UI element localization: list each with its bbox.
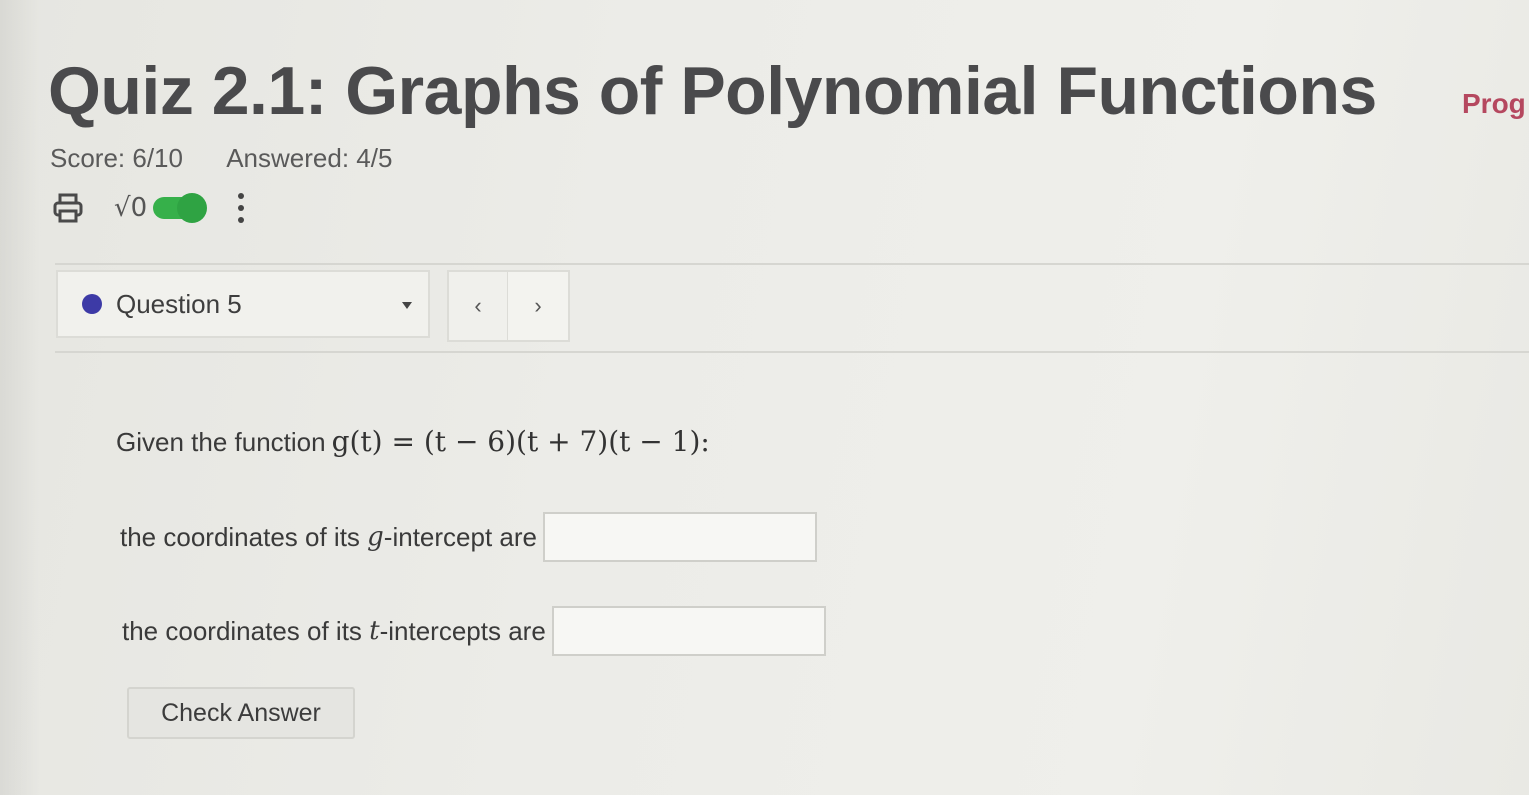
- t-intercepts-input[interactable]: [551, 606, 826, 656]
- question-prompt: Given the function g(t) = (t − 6)(t + 7)(…: [116, 425, 710, 458]
- progress-link[interactable]: Prog: [1462, 88, 1526, 120]
- screen-edge-shadow: [0, 0, 40, 795]
- t-intercepts-label-end: -intercepts are: [379, 615, 546, 646]
- check-answer-button[interactable]: Check Answer: [127, 687, 355, 739]
- g-intercept-row: the coordinates of its g -intercept are: [120, 512, 817, 562]
- t-intercepts-row: the coordinates of its t -intercepts are: [122, 606, 826, 656]
- previous-question-button[interactable]: ‹: [447, 270, 509, 342]
- next-question-button[interactable]: ›: [508, 270, 570, 342]
- score-text: Score: 6/10: [50, 143, 183, 173]
- printer-icon[interactable]: [50, 190, 86, 226]
- t-variable: t: [369, 616, 380, 646]
- g-intercept-input[interactable]: [542, 512, 817, 562]
- answered-text: Answered: 4/5: [226, 143, 393, 173]
- toggle-knob: [177, 193, 208, 223]
- function-expression: g(t) = (t − 6)(t + 7)(t − 1):: [331, 425, 710, 458]
- question-select-label: Question 5: [116, 288, 242, 319]
- g-variable: g: [367, 522, 384, 552]
- nav-divider-bottom: [55, 351, 1529, 353]
- quiz-stats: Score: 6/10 Answered: 4/5: [50, 143, 392, 174]
- question-select-dropdown[interactable]: Question 5: [56, 270, 430, 338]
- g-intercept-label-start: the coordinates of its: [120, 521, 368, 552]
- question-status-dot: [82, 294, 102, 314]
- sqrt-math-icon[interactable]: √0: [114, 193, 147, 223]
- more-vertical-icon[interactable]: [237, 191, 245, 225]
- t-intercepts-label-start: the coordinates of its: [122, 615, 370, 646]
- g-intercept-label-end: -intercept are: [383, 521, 537, 552]
- question-intro: Given the function: [116, 427, 326, 457]
- page-title: Quiz 2.1: Graphs of Polynomial Functions: [48, 53, 1377, 129]
- math-toggle-switch[interactable]: [153, 193, 208, 223]
- quiz-toolbar: √0: [50, 188, 245, 228]
- caret-down-icon: [402, 302, 412, 309]
- nav-divider-top: [55, 263, 1529, 265]
